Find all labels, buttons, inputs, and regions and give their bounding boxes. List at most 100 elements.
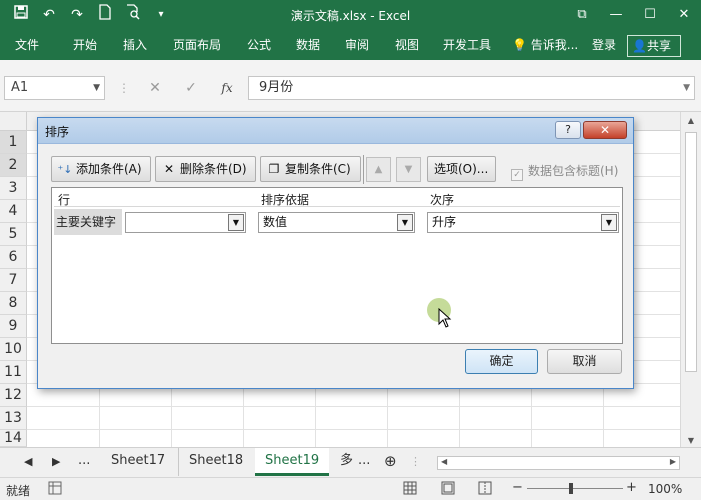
- close-icon[interactable]: ✕: [667, 0, 701, 30]
- cancel-entry-icon[interactable]: ✕: [143, 78, 167, 98]
- zoom-slider-track[interactable]: [527, 488, 623, 489]
- sort-order-select[interactable]: 升序 ▼: [427, 212, 619, 233]
- login-link[interactable]: 登录: [592, 30, 616, 60]
- grid-line: [27, 429, 680, 430]
- mouse-pointer-icon: [438, 307, 452, 331]
- scroll-thumb[interactable]: [685, 132, 697, 372]
- sort-level-label: 主要关键字: [54, 209, 122, 235]
- sheet-tab-sheet18[interactable]: Sheet18: [178, 448, 253, 476]
- ok-button[interactable]: 确定: [465, 349, 538, 374]
- zoom-level[interactable]: 100%: [648, 482, 682, 496]
- tab-view[interactable]: 视图: [395, 30, 419, 60]
- drag-handle-icon[interactable]: ⋮: [112, 78, 136, 98]
- chevron-down-icon[interactable]: ▼: [93, 77, 100, 99]
- add-level-icon: ⁺↓: [57, 163, 73, 176]
- move-up-button[interactable]: ▲: [366, 157, 391, 182]
- row-header[interactable]: 13: [0, 407, 27, 430]
- page-break-view-icon[interactable]: [478, 481, 492, 498]
- status-ready: 就绪: [6, 484, 31, 498]
- row-header[interactable]: 9: [0, 315, 27, 338]
- ribbon-tabs: 文件 开始 插入 页面布局 公式 数据 审阅 视图 开发工具 💡 告诉我... …: [0, 30, 701, 60]
- tab-formulas[interactable]: 公式: [247, 30, 271, 60]
- delete-icon: ✕: [163, 162, 175, 176]
- tab-splitter-icon[interactable]: ⋮: [410, 455, 421, 468]
- dialog-title-bar[interactable]: 排序 ? ✕: [38, 118, 633, 144]
- select-all-corner[interactable]: [0, 112, 27, 131]
- move-down-button[interactable]: ▼: [396, 157, 421, 182]
- maximize-icon[interactable]: ☐: [633, 0, 667, 30]
- tab-insert[interactable]: 插入: [123, 30, 147, 60]
- window-controls: ⧉ — ☐ ✕: [565, 0, 701, 30]
- row-header[interactable]: 10: [0, 338, 27, 361]
- checkbox-icon: ✓: [511, 169, 523, 181]
- add-level-button[interactable]: ⁺↓ 添加条件(A): [51, 156, 151, 182]
- expand-formula-bar-icon[interactable]: ▼: [683, 77, 690, 99]
- share-button[interactable]: 👤共享: [627, 35, 681, 57]
- sort-on-select[interactable]: 数值 ▼: [258, 212, 415, 233]
- title-bar: ↶ ↷ ▾ 演示文稿.xlsx - Excel ⧉ — ☐ ✕: [0, 0, 701, 30]
- more-sheets-left[interactable]: ...: [78, 453, 90, 468]
- tell-me-search[interactable]: 💡 告诉我...: [512, 30, 578, 60]
- sheet-tab-more[interactable]: 多: [332, 448, 361, 476]
- row-header[interactable]: 6: [0, 246, 27, 269]
- help-button[interactable]: ?: [555, 121, 581, 139]
- sort-key-select[interactable]: ▼: [125, 212, 246, 233]
- row-header[interactable]: 11: [0, 361, 27, 384]
- grid-line: [27, 406, 680, 407]
- insert-function-icon[interactable]: fx: [215, 78, 239, 98]
- chevron-down-icon[interactable]: ▼: [397, 214, 413, 231]
- tab-file[interactable]: 文件: [15, 30, 39, 60]
- tab-page-layout[interactable]: 页面布局: [173, 30, 221, 60]
- scroll-up-icon[interactable]: ▲: [685, 116, 697, 128]
- chevron-down-icon[interactable]: ▼: [601, 214, 617, 231]
- tab-home[interactable]: 开始: [73, 30, 97, 60]
- tab-data[interactable]: 数据: [296, 30, 320, 60]
- scroll-left-icon[interactable]: ◀: [441, 457, 447, 466]
- lightbulb-icon: 💡: [512, 38, 527, 52]
- tab-developer[interactable]: 开发工具: [443, 30, 491, 60]
- cancel-button[interactable]: 取消: [547, 349, 622, 374]
- macro-record-icon[interactable]: [48, 481, 62, 498]
- zoom-in-button[interactable]: +: [626, 480, 637, 495]
- scroll-right-icon[interactable]: ▶: [670, 457, 676, 466]
- tab-review[interactable]: 审阅: [345, 30, 369, 60]
- page-layout-view-icon[interactable]: [441, 481, 455, 498]
- next-sheet-icon[interactable]: ▶: [52, 455, 60, 468]
- formula-input[interactable]: 9月份 ▼: [248, 76, 695, 100]
- row-header[interactable]: 14: [0, 430, 27, 447]
- row-header[interactable]: 1: [0, 131, 27, 154]
- vertical-scrollbar[interactable]: ▲ ▼: [680, 112, 701, 452]
- row-header[interactable]: 3: [0, 177, 27, 200]
- copy-level-button[interactable]: ❐ 复制条件(C): [260, 156, 361, 182]
- sheet-tab-sheet19[interactable]: Sheet19: [255, 448, 330, 476]
- horizontal-scrollbar[interactable]: ◀ ▶: [437, 456, 680, 470]
- row-header[interactable]: 5: [0, 223, 27, 246]
- copy-icon: ❐: [268, 162, 280, 176]
- confirm-entry-icon[interactable]: ✓: [179, 78, 203, 98]
- options-button[interactable]: 选项(O)...: [427, 156, 496, 182]
- add-sheet-icon[interactable]: ⊕: [384, 452, 397, 470]
- row-header[interactable]: 4: [0, 200, 27, 223]
- sheet-tab-sheet17[interactable]: Sheet17: [101, 448, 175, 476]
- delete-level-button[interactable]: ✕ 删除条件(D): [155, 156, 256, 182]
- more-sheets-right[interactable]: ...: [358, 453, 370, 468]
- status-bar: 就绪 − + 100%: [0, 477, 701, 500]
- row-header[interactable]: 8: [0, 292, 27, 315]
- dialog-close-button[interactable]: ✕: [583, 121, 627, 139]
- row-header[interactable]: 7: [0, 269, 27, 292]
- minimize-icon[interactable]: —: [599, 0, 633, 30]
- row-header[interactable]: 12: [0, 384, 27, 407]
- ribbon-display-icon[interactable]: ⧉: [565, 0, 599, 30]
- name-box[interactable]: A1 ▼: [4, 76, 105, 100]
- person-icon: 👤: [632, 39, 647, 53]
- header-divider: [54, 206, 620, 207]
- zoom-slider-thumb[interactable]: [569, 483, 573, 494]
- zoom-out-button[interactable]: −: [512, 480, 523, 495]
- prev-sheet-icon[interactable]: ◀: [24, 455, 32, 468]
- normal-view-icon[interactable]: [403, 481, 417, 498]
- row-header[interactable]: 2: [0, 154, 27, 177]
- has-headers-checkbox[interactable]: ✓ 数据包含标题(H): [511, 162, 618, 181]
- chevron-down-icon[interactable]: ▼: [228, 214, 244, 231]
- formula-bar-area: A1 ▼ ⋮ ✕ ✓ fx 9月份 ▼: [0, 60, 701, 112]
- sort-levels-list: 行 排序依据 次序 主要关键字 ▼ 数值 ▼ 升序 ▼: [51, 187, 623, 344]
